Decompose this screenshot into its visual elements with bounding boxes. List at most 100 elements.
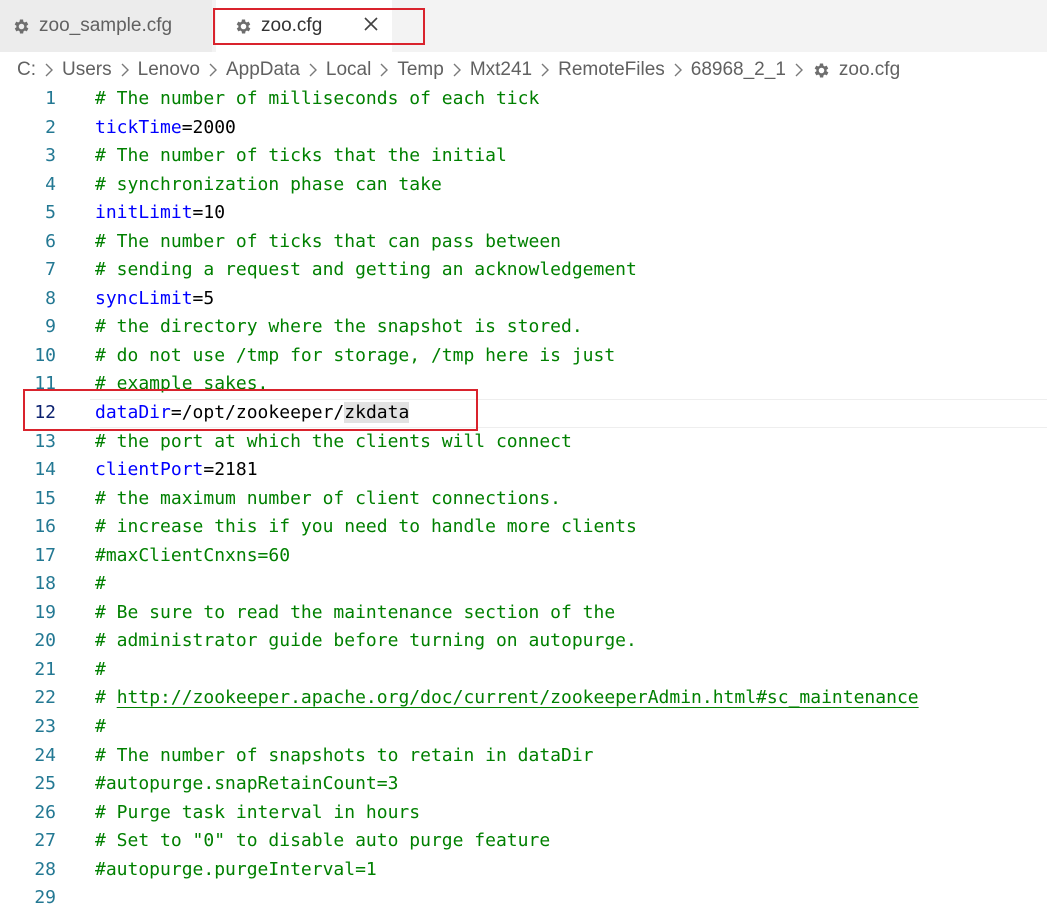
code-content: # [95,656,106,685]
chevron-right-icon [794,62,804,78]
chevron-right-icon [673,62,683,78]
line-number: 26 [34,801,56,823]
comment-text: # The number of milliseconds of each tic… [95,88,540,109]
code-line[interactable]: 11 # example sakes. [0,370,1047,399]
line-number: 6 [45,230,56,252]
code-line[interactable]: 22 # http://zookeeper.apache.org/doc/curr… [0,684,1047,713]
tab-bar: zoo_sample.cfg zoo.cfg [0,0,1047,52]
breadcrumb-segment[interactable]: C: [17,59,36,81]
breadcrumb-segment[interactable]: Lenovo [138,59,200,81]
code-line[interactable]: 21 # [0,656,1047,685]
code-content: # [95,713,106,742]
code-line[interactable]: 19 # Be sure to read the maintenance sect… [0,599,1047,628]
comment-text: # The number of snapshots to retain in d… [95,744,594,766]
code-line[interactable]: 29 [0,884,1047,912]
code-line[interactable]: 6 # The number of ticks that can pass bet… [0,228,1047,257]
line-number: 21 [34,658,56,680]
line-number: 3 [45,145,56,167]
tab-label: zoo_sample.cfg [39,15,173,36]
equals-sign: = [170,402,182,424]
code-content: # the directory where the snapshot is st… [95,313,583,342]
config-value: 2000 [192,116,236,138]
breadcrumb-segment[interactable]: 68968_2_1 [691,59,786,81]
code-line[interactable]: 7 # sending a request and getting an ackn… [0,256,1047,285]
line-number: 15 [34,487,56,509]
equals-sign: = [203,459,215,481]
comment-text: #autopurge.purgeInterval=1 [95,858,377,880]
breadcrumb-segment[interactable]: RemoteFiles [558,59,665,81]
code-line[interactable]: 3 # The number of ticks that the initial [0,142,1047,171]
comment-text: # the port at which the clients will con… [95,430,572,452]
chevron-right-icon [44,62,54,78]
comment-text: # the maximum number of client connectio… [95,487,561,509]
code-content: # The number of ticks that can pass betw… [95,228,561,257]
line-number: 12 [34,402,56,424]
code-line[interactable]: 13 # the port at which the clients will c… [0,428,1047,457]
tab-zoo-sample-cfg[interactable]: zoo_sample.cfg [0,0,212,52]
line-number: 28 [34,858,56,880]
config-value: 2181 [214,459,258,481]
line-number: 25 [34,773,56,795]
gear-icon [236,19,251,33]
code-line[interactable]: 18 # [0,570,1047,599]
line-number: 13 [34,430,56,452]
tab-label: zoo.cfg [261,15,323,36]
code-line[interactable]: 2 tickTime=2000 [0,114,1047,143]
line-number: 9 [45,316,56,338]
breadcrumb-segment[interactable]: Temp [397,59,443,81]
tab-zoo-cfg[interactable]: zoo.cfg [216,0,392,52]
line-number: 11 [34,373,56,395]
comment-text: # [95,716,106,738]
config-key: syncLimit [95,287,193,309]
code-content: #autopurge.purgeInterval=1 [95,856,377,885]
line-number: 24 [34,744,56,766]
comment-text: # increase this if you need to handle mo… [95,516,637,538]
code-content: tickTime=2000 [95,114,236,143]
code-content: syncLimit=5 [95,285,214,314]
code-line[interactable]: 4 # synchronization phase can take [0,171,1047,200]
comment-text: # example sakes. [95,373,269,395]
code-line[interactable]: 8 syncLimit=5 [0,285,1047,314]
code-line[interactable]: 1 # The number of milliseconds of each ti… [0,85,1047,114]
code-line[interactable]: 10 # do not use /tmp for storage, /tmp he… [0,342,1047,371]
code-editor[interactable]: 1 # The number of milliseconds of each ti… [0,85,1047,912]
code-line[interactable]: 16 # increase this if you need to handle … [0,513,1047,542]
comment-text: # The number of ticks that the initial [95,145,507,167]
code-line[interactable]: 12 dataDir=/opt/zookeeper/zkdata [0,399,1047,428]
close-icon[interactable] [362,15,380,33]
comment-text: # The number of ticks that can pass betw… [95,230,561,252]
comment-link[interactable]: http://zookeeper.apache.org/doc/current/… [117,687,919,708]
breadcrumb-segment[interactable]: AppData [226,59,300,81]
code-line[interactable]: 24 # The number of snapshots to retain in… [0,742,1047,771]
code-content: # synchronization phase can take [95,171,442,200]
selected-text: zkdata [344,402,410,424]
breadcrumb-file[interactable]: zoo.cfg [839,59,900,81]
code-line[interactable]: 28 #autopurge.purgeInterval=1 [0,856,1047,885]
config-value: /opt/zookeeper/ [181,402,345,424]
code-line[interactable]: 23 # [0,713,1047,742]
code-line[interactable]: 14 clientPort=2181 [0,456,1047,485]
line-number: 5 [45,202,56,224]
code-line[interactable]: 17 #maxClientCnxns=60 [0,542,1047,571]
line-number: 8 [45,287,56,309]
line-number: 10 [34,344,56,366]
breadcrumb-segment[interactable]: Mxt241 [470,59,532,81]
code-line[interactable]: 9 # the directory where the snapshot is s… [0,313,1047,342]
code-line[interactable]: 20 # administrator guide before turning o… [0,627,1047,656]
code-line[interactable]: 25 #autopurge.snapRetainCount=3 [0,770,1047,799]
code-content: initLimit=10 [95,199,225,228]
breadcrumb-segment[interactable]: Users [62,59,112,81]
line-number: 27 [34,830,56,852]
code-line[interactable]: 26 # Purge task interval in hours [0,799,1047,828]
code-line[interactable]: 15 # the maximum number of client connect… [0,485,1047,514]
code-content: # the maximum number of client connectio… [95,485,561,514]
breadcrumb-segment[interactable]: Local [326,59,371,81]
code-content: # Set to "0" to disable auto purge featu… [95,827,550,856]
code-content: # The number of milliseconds of each tic… [95,85,539,114]
chevron-right-icon [208,62,218,78]
comment-text: # Set to "0" to disable auto purge featu… [95,830,551,852]
code-line[interactable]: 27 # Set to "0" to disable auto purge fea… [0,827,1047,856]
breadcrumb: C: Users Lenovo AppData Local Temp Mxt241 Remot… [17,52,900,88]
code-content: # example sakes. [95,370,268,399]
code-line[interactable]: 5 initLimit=10 [0,199,1047,228]
